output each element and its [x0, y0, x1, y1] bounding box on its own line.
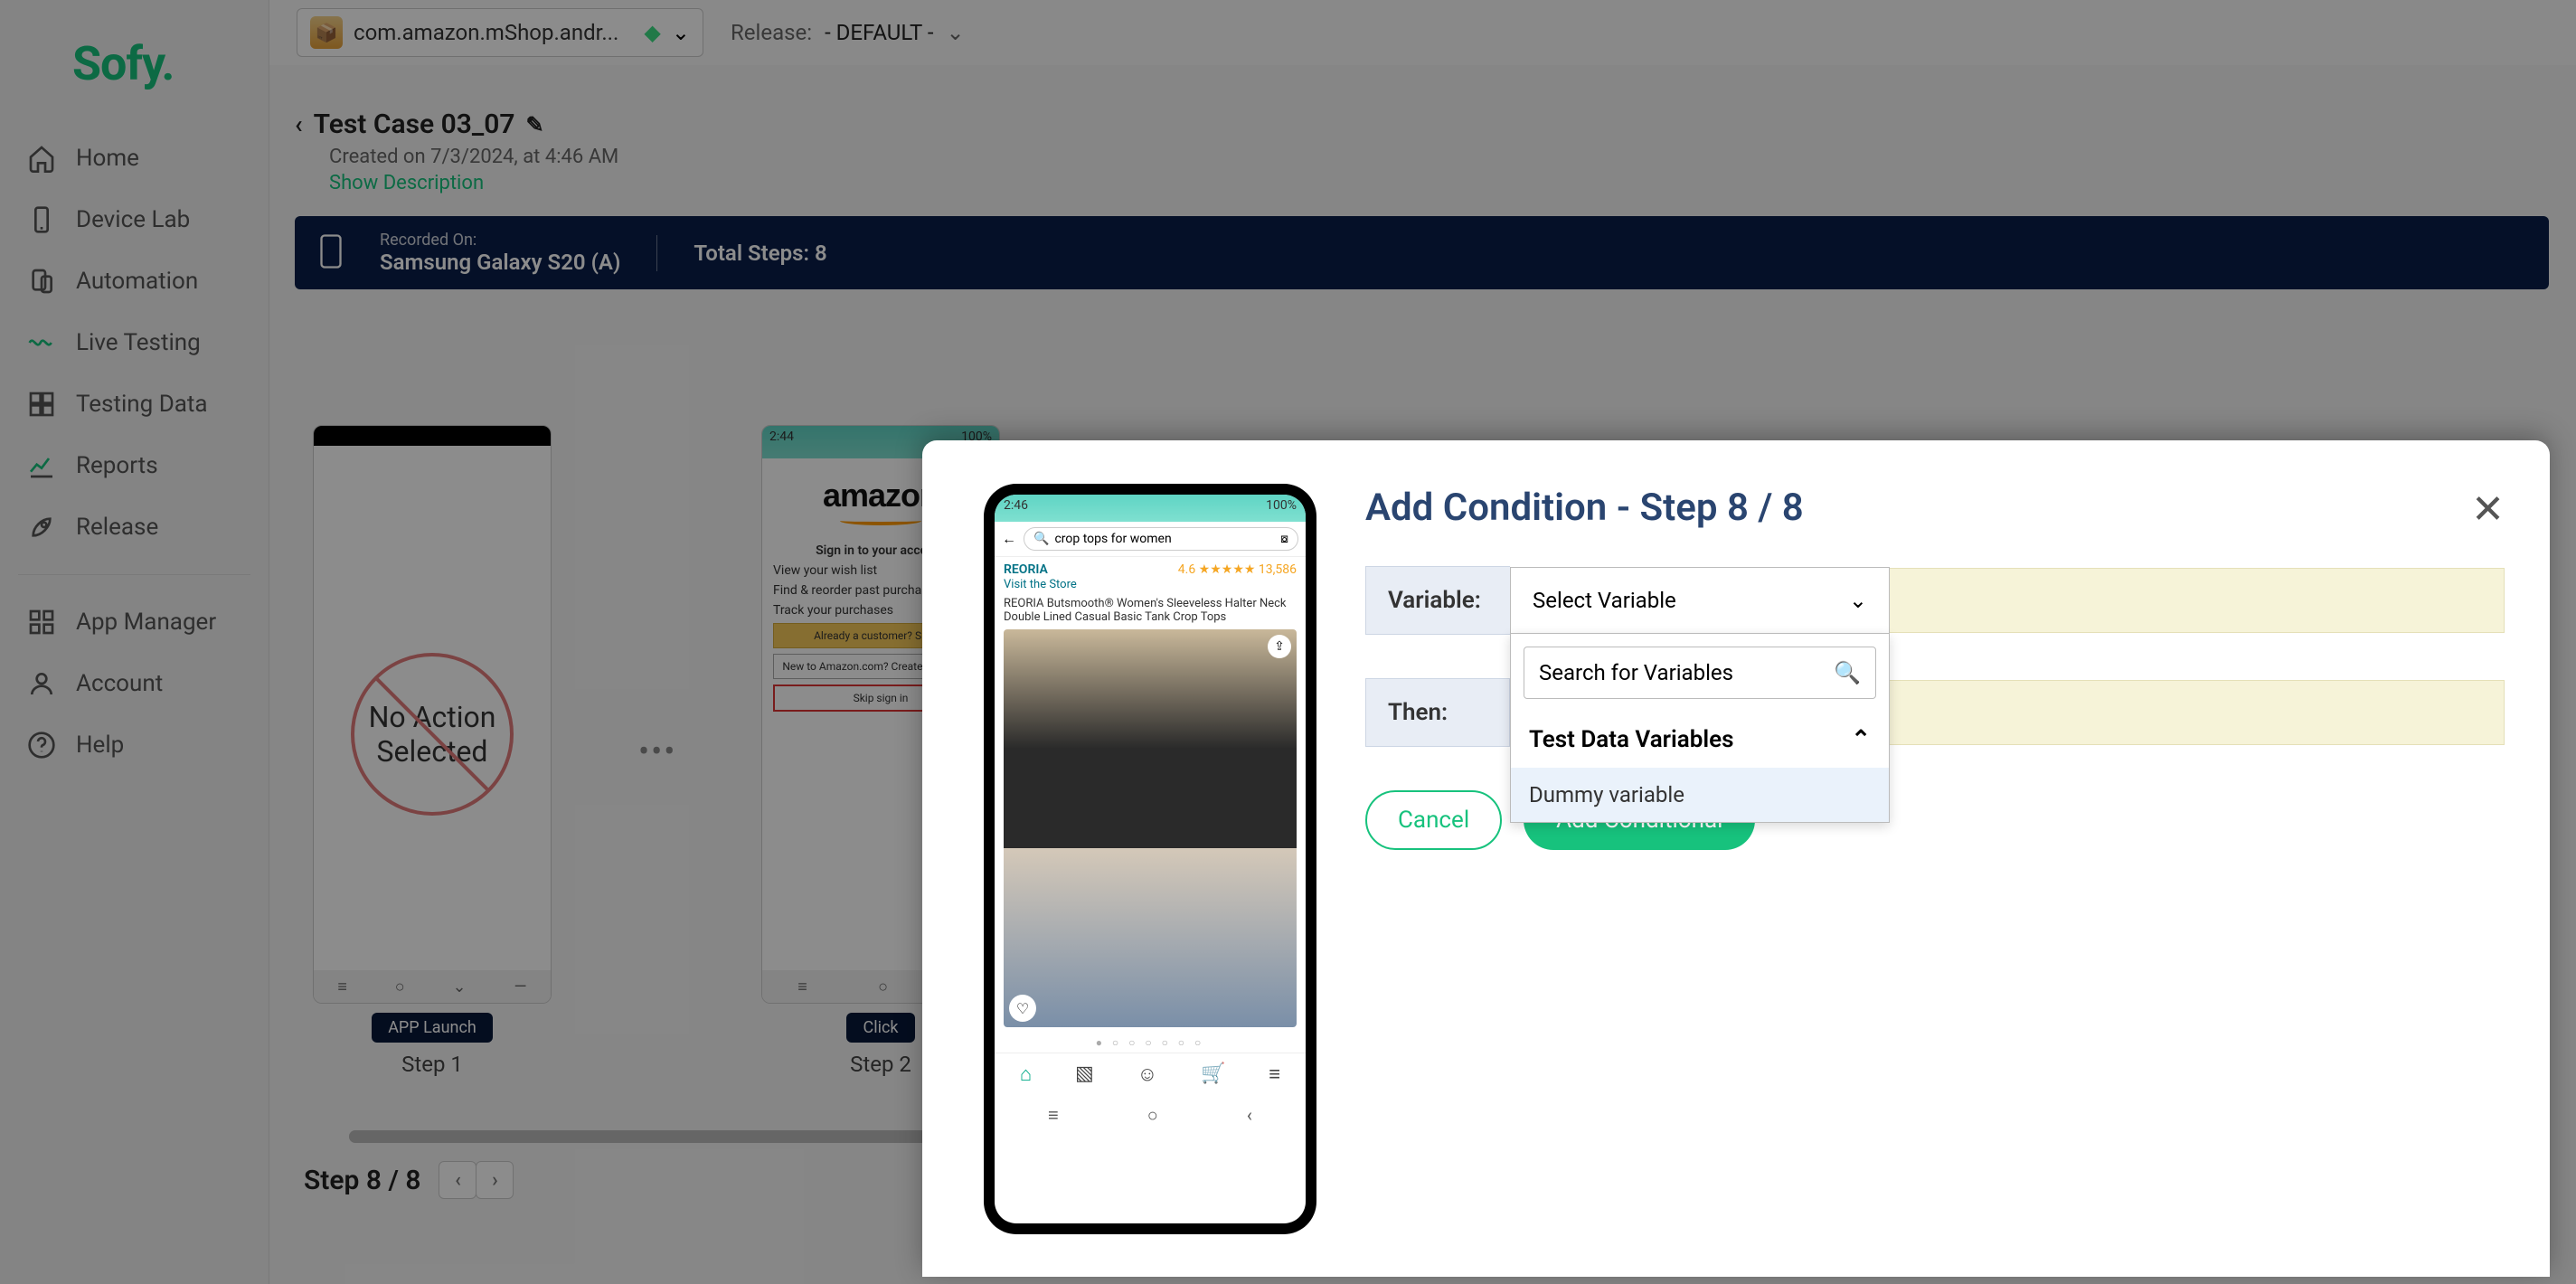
search-placeholder: Search for Variables — [1539, 660, 1733, 685]
variable-search-input[interactable]: Search for Variables 🔍 — [1524, 647, 1876, 699]
variable-row-rest — [1890, 568, 2505, 633]
cancel-button[interactable]: Cancel — [1365, 790, 1502, 850]
home-icon: ○ — [1147, 1104, 1158, 1127]
status-time: 2:46 — [1004, 498, 1028, 518]
search-icon: 🔍 — [1033, 532, 1049, 546]
heart-icon: ♡ — [1009, 995, 1036, 1022]
recents-icon: ≡ — [1048, 1104, 1059, 1127]
cart-tab-icon: 🛒 — [1201, 1062, 1225, 1086]
back-icon: ← — [1002, 530, 1016, 548]
product-brand: REORIA — [1004, 562, 1048, 577]
select-placeholder: Select Variable — [1533, 588, 1676, 613]
image-dots: ● ○ ○ ○ ○ ○ ○ — [995, 1033, 1306, 1053]
dropdown-option[interactable]: Dummy variable — [1511, 768, 1889, 822]
visit-store-link: Visit the Store — [1004, 578, 1077, 591]
dropdown-section-header[interactable]: Test Data Variables ⌃ — [1511, 712, 1889, 768]
inspire-tab-icon: ▧ — [1075, 1062, 1094, 1086]
menu-tab-icon: ≡ — [1269, 1062, 1280, 1086]
chevron-up-icon: ⌃ — [1851, 726, 1871, 753]
modal-phone-screen: 2:46 100% ← 🔍 crop tops for women ⧇ REOR… — [995, 495, 1306, 1223]
search-value: crop tops for women — [1054, 532, 1171, 546]
home-tab-icon: ⌂ — [1020, 1062, 1032, 1086]
modal-title: Add Condition - Step 8 / 8 — [1365, 486, 2505, 530]
camera-icon: ⧇ — [1280, 532, 1288, 546]
then-label: Then: — [1365, 678, 1510, 747]
product-rating: 4.6 ★★★★★ 13,586 — [1178, 562, 1297, 577]
product-title: REORIA Butsmooth® Women's Sleeveless Hal… — [995, 597, 1306, 624]
modal-form: Add Condition - Step 8 / 8 Variable: Sel… — [1365, 486, 2505, 850]
search-icon: 🔍 — [1834, 660, 1861, 685]
chevron-down-icon: ⌄ — [1849, 588, 1867, 613]
variable-select[interactable]: Select Variable ⌄ Search for Variables 🔍… — [1510, 567, 1890, 634]
variable-dropdown: Search for Variables 🔍 Test Data Variabl… — [1510, 633, 1890, 823]
section-label: Test Data Variables — [1529, 726, 1734, 753]
account-tab-icon: ☺ — [1137, 1062, 1157, 1086]
status-battery: 100% — [1266, 498, 1297, 518]
back-icon: ‹ — [1247, 1104, 1252, 1127]
variable-label: Variable: — [1365, 566, 1510, 635]
modal-phone-frame: 2:46 100% ← 🔍 crop tops for women ⧇ REOR… — [984, 484, 1316, 1234]
add-condition-modal: 2:46 100% ← 🔍 crop tops for women ⧇ REOR… — [922, 440, 2550, 1277]
product-image: ⇪ ♡ — [1004, 629, 1297, 1027]
share-icon: ⇪ — [1268, 635, 1291, 658]
